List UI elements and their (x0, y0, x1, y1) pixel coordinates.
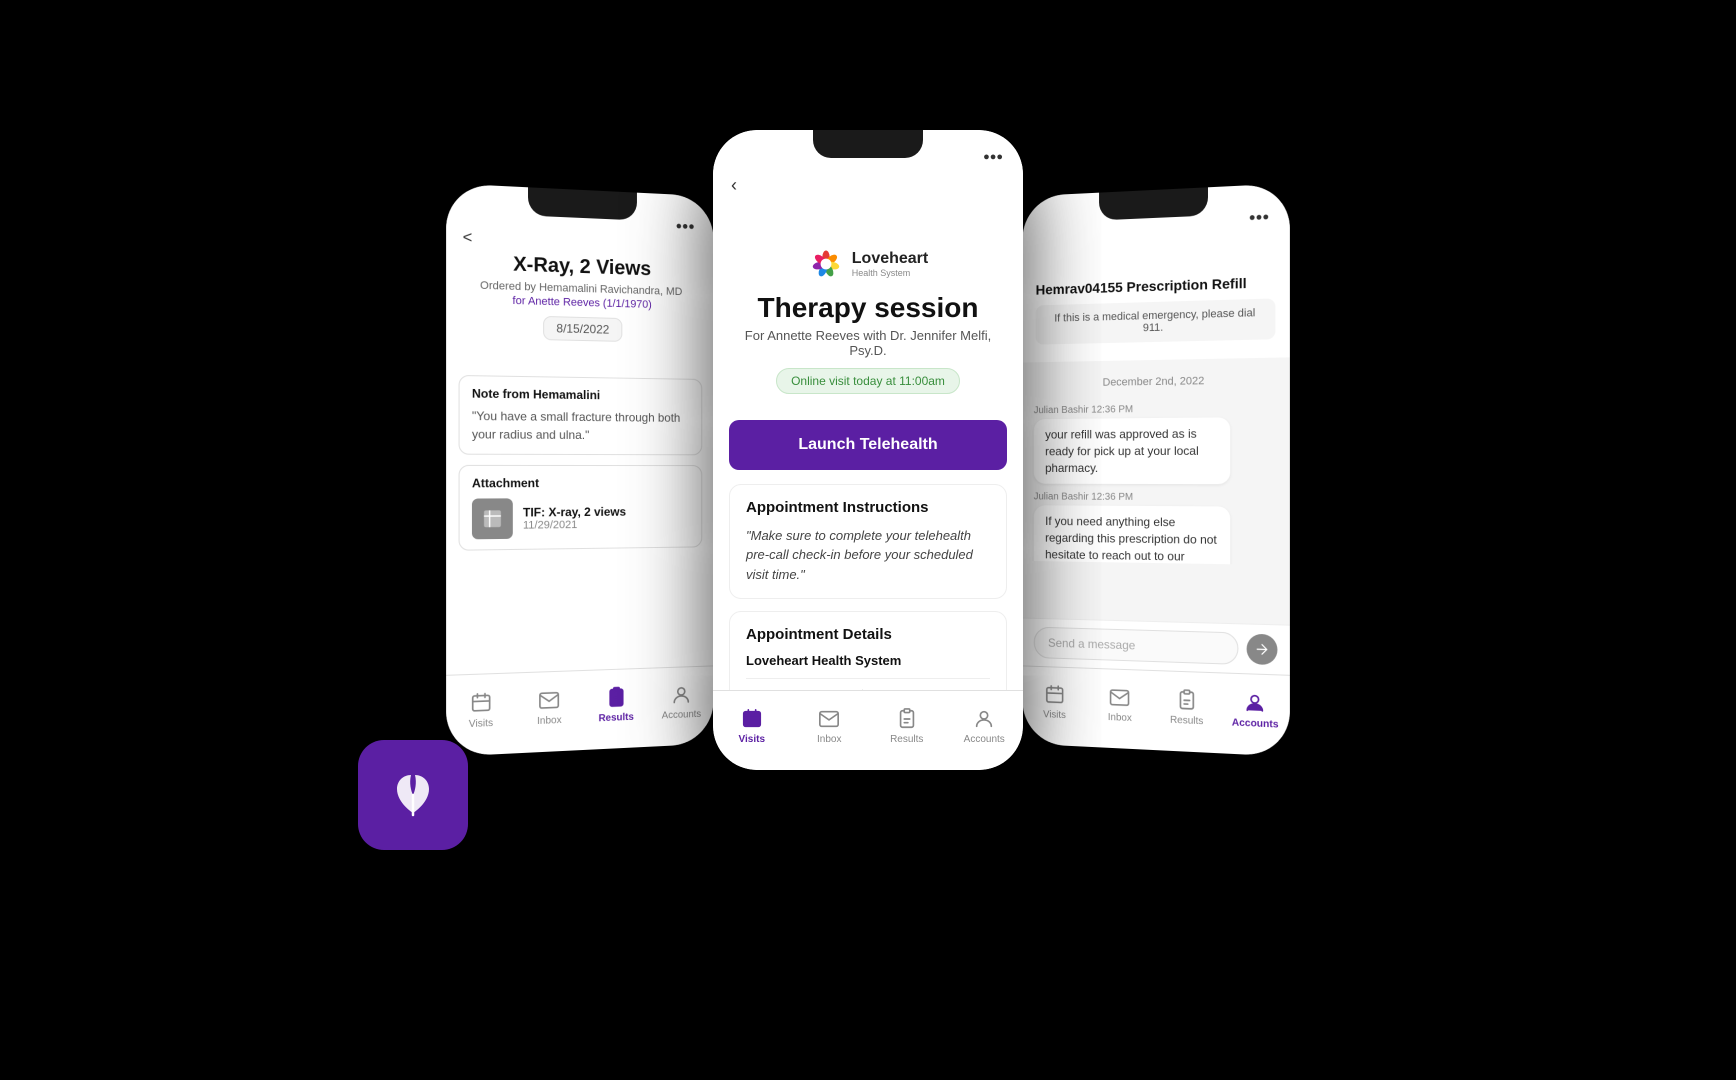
scene: ●●● < X-Ray, 2 Views Ordered by Hemamali… (418, 110, 1318, 970)
page-subtitle: For Annette Reeves with Dr. Jennifer Mel… (733, 328, 1003, 358)
chat-bubble-2: If you need anything else regarding this… (1034, 506, 1231, 566)
nav-results-center[interactable]: Results (868, 707, 946, 745)
chat-send-button[interactable] (1247, 634, 1278, 666)
left-screen: ●●● < X-Ray, 2 Views Ordered by Hemamali… (446, 183, 714, 756)
launch-telehealth-button[interactable]: Launch Telehealth (729, 420, 1007, 470)
nav-accounts-left[interactable]: Accounts (649, 682, 714, 722)
note-card: Note from Hemamalini "You have a small f… (459, 375, 703, 455)
inbox-icon-left (537, 687, 561, 712)
visits-icon (469, 690, 494, 715)
chat-message-2: Julian Bashir 12:36 PM If you need anyth… (1034, 492, 1278, 565)
attachment-item[interactable]: TIF: X-ray, 2 views 11/29/2021 (472, 497, 690, 539)
nav-inbox-label-right: Inbox (1108, 712, 1132, 724)
nav-visits-right[interactable]: Visits (1022, 682, 1087, 722)
attachment-info: TIF: X-ray, 2 views 11/29/2021 (523, 505, 626, 532)
nav-visits-left[interactable]: Visits (446, 689, 515, 731)
nav-results-label-right: Results (1170, 714, 1203, 727)
chat-bubble-1: your refill was approved as is ready for… (1034, 417, 1231, 484)
results-icon-center (895, 707, 919, 731)
nav-accounts-label-left: Accounts (662, 708, 701, 721)
app-icon (358, 740, 468, 850)
notch-center (813, 130, 923, 158)
logo-text: Loveheart Health System (852, 249, 928, 279)
instructions-title: Appointment Instructions (746, 499, 990, 516)
nav-results-label-center: Results (890, 734, 923, 745)
attachment-label: Attachment (472, 476, 690, 491)
page-title-center: Therapy session (758, 292, 979, 324)
center-content: ●●● ‹ (713, 130, 1023, 770)
accounts-icon-center (972, 707, 996, 731)
note-text: "You have a small fracture through both … (472, 407, 690, 445)
nav-visits-label-center: Visits (739, 734, 766, 745)
chat-sender-1: Julian Bashir 12:36 PM (1034, 404, 1133, 416)
nav-inbox-label-left: Inbox (537, 714, 562, 726)
nav-visits-label-right: Visits (1043, 709, 1066, 721)
online-badge: Online visit today at 11:00am (776, 368, 960, 394)
back-button-center[interactable]: ‹ (731, 175, 737, 195)
nav-results-label-left: Results (598, 711, 633, 723)
xray-date: 8/15/2022 (543, 316, 622, 342)
right-content: ●●● Hemrav04155 Prescription Refill If t… (1022, 183, 1290, 756)
signal-left: ●●● (676, 220, 695, 233)
accounts-icon-left (670, 682, 693, 707)
chat-sender-2: Julian Bashir 12:36 PM (1034, 492, 1133, 503)
visits-icon-center (740, 707, 764, 731)
results-icon-left (604, 685, 627, 710)
nav-inbox-right[interactable]: Inbox (1087, 684, 1153, 725)
nav-inbox-left[interactable]: Inbox (515, 687, 583, 728)
chat-placeholder: Send a message (1048, 636, 1135, 653)
nav-inbox-center[interactable]: Inbox (791, 707, 869, 745)
notch-left (528, 187, 637, 220)
center-header: Loveheart Health System Therapy session … (713, 196, 1023, 420)
right-title: Hemrav04155 Prescription Refill (1036, 274, 1276, 298)
instructions-text: "Make sure to complete your telehealth p… (746, 526, 990, 585)
signal-center: ●●● (983, 151, 1003, 163)
emergency-banner: If this is a medical emergency, please d… (1036, 298, 1276, 344)
nav-results-right[interactable]: Results (1153, 687, 1221, 728)
inbox-icon-center (817, 707, 841, 731)
bottom-nav-right: Visits Inbox (1022, 665, 1290, 756)
chat-message-1: Julian Bashir 12:36 PM your refill was a… (1034, 403, 1278, 485)
appt-instructions-card: Appointment Instructions "Make sure to c… (729, 484, 1007, 600)
chat-area: December 2nd, 2022 Julian Bashir 12:36 P… (1022, 357, 1290, 565)
nav-accounts-right[interactable]: Accounts (1221, 689, 1290, 731)
center-screen: ●●● ‹ (713, 130, 1023, 770)
right-screen: ●●● Hemrav04155 Prescription Refill If t… (1022, 183, 1290, 756)
date-divider: December 2nd, 2022 (1034, 366, 1278, 398)
logo-name: Loveheart (852, 249, 928, 268)
note-label: Note from Hemamalini (472, 386, 690, 403)
nav-accounts-center[interactable]: Accounts (946, 707, 1024, 745)
signal-right: ●●● (1249, 211, 1269, 224)
org-name: Loveheart Health System (746, 653, 990, 668)
details-title: Appointment Details (746, 626, 990, 643)
attachment-card: Attachment TIF: X-ray, 2 views 11/29/202… (459, 465, 703, 551)
visits-icon-right (1043, 682, 1066, 707)
notch-right (1099, 187, 1208, 220)
accounts-icon-right (1243, 690, 1268, 715)
chat-input[interactable]: Send a message (1034, 627, 1239, 665)
attachment-date: 11/29/2021 (523, 519, 626, 532)
phone-center: ●●● ‹ (713, 130, 1023, 770)
nav-results-left[interactable]: Results (583, 684, 649, 725)
inbox-icon-right (1108, 685, 1131, 710)
xray-title: X-Ray, 2 Views (463, 251, 699, 282)
phone-left: ●●● < X-Ray, 2 Views Ordered by Hemamali… (446, 183, 714, 756)
phone-right: ●●● Hemrav04155 Prescription Refill If t… (1022, 183, 1290, 756)
logo-area: Loveheart Health System (808, 246, 928, 282)
logo-sub: Health System (852, 268, 928, 279)
nav-visits-label-left: Visits (469, 717, 493, 729)
bottom-nav-left: Visits Inbox (446, 665, 714, 756)
right-header: Hemrav04155 Prescription Refill If this … (1022, 228, 1290, 362)
nav-visits-center[interactable]: Visits (713, 707, 791, 745)
results-icon-right (1175, 687, 1199, 712)
nav-accounts-label-center: Accounts (964, 734, 1005, 745)
nav-accounts-label-right: Accounts (1232, 717, 1279, 730)
bottom-nav-center: Visits Inbox (713, 690, 1023, 770)
back-button-left[interactable]: < (463, 229, 473, 247)
attachment-thumbnail (472, 498, 513, 539)
logo-svg (808, 246, 844, 282)
nav-inbox-label-center: Inbox (817, 734, 841, 745)
left-content: ●●● < X-Ray, 2 Views Ordered by Hemamali… (446, 183, 714, 756)
attachment-name: TIF: X-ray, 2 views (523, 505, 626, 520)
